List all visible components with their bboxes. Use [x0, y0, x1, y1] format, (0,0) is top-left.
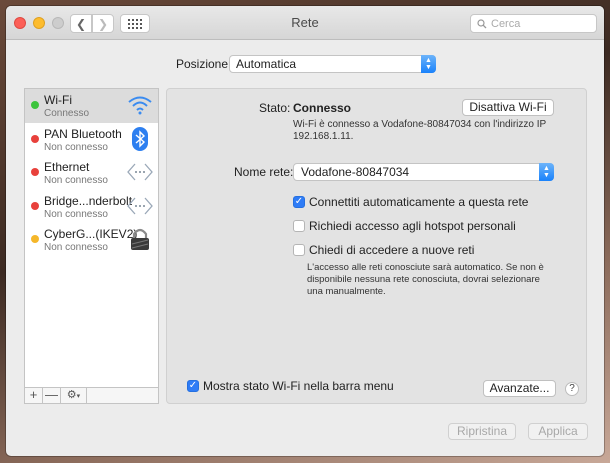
- auto-join-checkbox[interactable]: ✓: [293, 196, 305, 208]
- service-item-wifi[interactable]: Wi-Fi Connesso: [25, 89, 158, 123]
- status-dot: [31, 101, 39, 109]
- status-description: Wi-Fi è connesso a Vodafone-80847034 con…: [293, 119, 546, 142]
- status-label: Stato:: [259, 101, 291, 115]
- help-button[interactable]: ?: [565, 382, 579, 396]
- status-dot: [31, 168, 39, 176]
- show-menu-bar-checkbox-row[interactable]: ✓ Mostra stato Wi-Fi nella barra menu: [187, 379, 394, 393]
- ask-new-networks-label: Chiedi di accedere a nuove reti: [309, 243, 475, 257]
- location-label: Posizione:: [176, 57, 232, 71]
- personal-hotspot-checkbox-row[interactable]: Richiedi accesso agli hotspot personali: [293, 219, 516, 233]
- network-name-value: Vodafone-80847034: [301, 165, 410, 179]
- status-dot: [31, 235, 39, 243]
- wifi-icon: [126, 92, 154, 118]
- ask-new-networks-checkbox[interactable]: [293, 244, 305, 256]
- show-menu-bar-checkbox[interactable]: ✓: [187, 380, 199, 392]
- service-item-thunderbolt-bridge[interactable]: Bridge...nderbolt Non connesso: [25, 190, 158, 224]
- ask-new-networks-checkbox-row[interactable]: Chiedi di accedere a nuove reti: [293, 243, 474, 257]
- location-value: Automatica: [236, 57, 297, 71]
- gear-icon[interactable]: ⚙▾: [61, 388, 87, 403]
- search-icon: [477, 18, 487, 28]
- network-name-select[interactable]: Vodafone-80847034 ▲ ▼: [293, 163, 554, 181]
- service-item-bluetooth[interactable]: PAN Bluetooth Non connesso: [25, 123, 158, 157]
- location-select[interactable]: Automatica ▲ ▼: [229, 55, 436, 73]
- title-bar: ❮ ❯ Rete Cerca: [6, 6, 604, 40]
- network-preferences-window: ❮ ❯ Rete Cerca Posizione: Automatica ▲▼: [6, 6, 604, 456]
- vpn-lock-icon: [126, 226, 154, 252]
- status-dot: [31, 201, 39, 210]
- network-name-label: Nome rete:: [234, 165, 294, 179]
- show-menu-bar-label: Mostra stato Wi-Fi nella barra menu: [203, 379, 394, 393]
- auto-join-checkbox-row[interactable]: ✓ Connettiti automaticamente a questa re…: [293, 195, 528, 209]
- personal-hotspot-label: Richiedi accesso agli hotspot personali: [309, 219, 516, 233]
- service-item-ethernet[interactable]: Ethernet Non connesso: [25, 156, 158, 190]
- options-note: L'accesso alle reti conosciute sarà auto…: [307, 262, 544, 297]
- service-list[interactable]: Wi-Fi Connesso PAN Bluetooth Non conness…: [24, 88, 159, 388]
- select-arrows-icon: ▲ ▼: [539, 163, 554, 181]
- add-service-button[interactable]: +: [25, 388, 43, 403]
- search-placeholder: Cerca: [491, 17, 521, 30]
- advanced-button[interactable]: Avanzate...: [483, 380, 556, 397]
- bluetooth-icon: [126, 126, 154, 152]
- status-value: Connesso: [293, 101, 352, 115]
- thunderbolt-bridge-icon: [126, 193, 154, 219]
- disable-wifi-button[interactable]: Disattiva Wi-Fi: [462, 99, 554, 116]
- status-dot: [31, 134, 39, 143]
- service-item-vpn[interactable]: CyberG...(IKEV2) Non connesso: [25, 223, 158, 257]
- search-field[interactable]: Cerca: [470, 14, 597, 33]
- revert-button[interactable]: Ripristina: [448, 423, 516, 440]
- service-list-toolbar: + — ⚙▾: [24, 388, 159, 404]
- apply-button[interactable]: Applica: [528, 423, 588, 440]
- personal-hotspot-checkbox[interactable]: [293, 220, 305, 232]
- auto-join-label: Connettiti automaticamente a questa rete: [309, 195, 529, 209]
- remove-service-button[interactable]: —: [43, 388, 61, 403]
- select-arrows-icon: ▲ ▼: [421, 55, 436, 73]
- ethernet-icon: [126, 159, 154, 185]
